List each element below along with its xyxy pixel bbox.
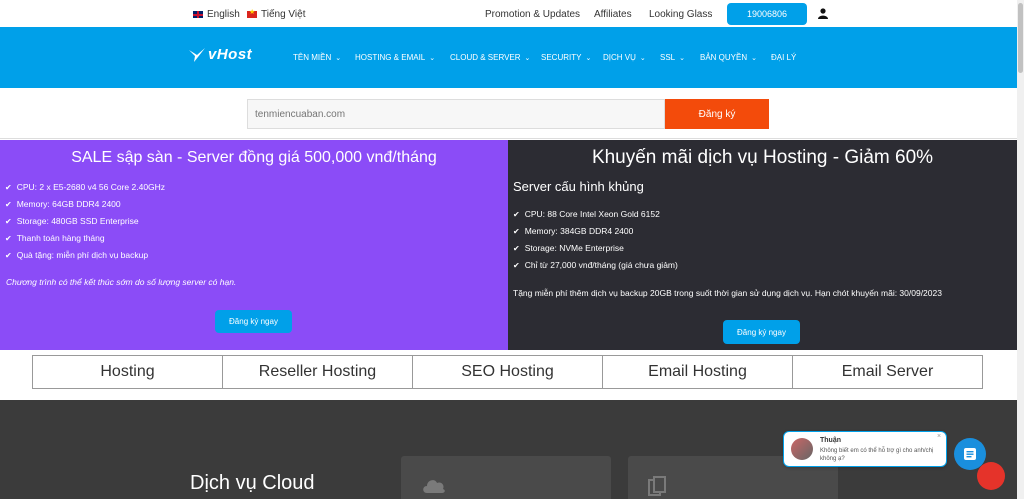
user-icon[interactable] xyxy=(818,8,828,19)
domain-search-input[interactable] xyxy=(247,99,665,129)
tab-email-server[interactable]: Email Server xyxy=(793,356,982,388)
check-icon: ✔ xyxy=(5,233,12,243)
chevron-down-icon: ⌄ xyxy=(679,54,685,62)
feature-item: ✔ Storage: 480GB SSD Enterprise xyxy=(5,216,139,226)
vietnam-flag-icon xyxy=(247,8,257,18)
check-icon: ✔ xyxy=(513,260,520,270)
nav-item-domains[interactable]: TÊN MIỀN ⌄ xyxy=(293,53,341,62)
feature-text: Thanh toán hàng tháng xyxy=(16,233,105,243)
check-icon: ✔ xyxy=(5,216,12,226)
check-icon: ✔ xyxy=(5,250,12,260)
feature-item: ✔ Storage: NVMe Enterprise xyxy=(513,243,624,253)
uk-flag-icon xyxy=(193,11,203,18)
server-sale-title: SALE sập sàn - Server đồng giá 500,000 v… xyxy=(71,149,437,166)
feature-item: ✔ Thanh toán hàng tháng xyxy=(5,233,105,243)
chat-popup[interactable]: Thuận Không biết em có thể hỗ trợ gì cho… xyxy=(783,431,947,467)
domain-search-bar: Đăng ký xyxy=(0,88,1017,139)
check-icon: ✔ xyxy=(513,209,520,219)
hosting-promo-register-button[interactable]: Đăng ký ngay xyxy=(723,320,800,344)
affiliates-link[interactable]: Affiliates xyxy=(594,9,632,20)
logo-bird-icon xyxy=(189,47,205,62)
nav-label: SSL xyxy=(660,53,676,62)
language-english[interactable]: English xyxy=(193,9,240,20)
feature-text: CPU: 88 Core Intel Xeon Gold 6152 xyxy=(524,209,660,219)
hosting-tabs: Hosting Reseller Hosting SEO Hosting Ema… xyxy=(32,355,983,389)
language-vietnamese[interactable]: Tiếng Việt xyxy=(247,8,306,20)
scrollbar-thumb[interactable] xyxy=(1018,3,1023,73)
feature-text: Memory: 64GB DDR4 2400 xyxy=(16,199,121,209)
check-icon: ✔ xyxy=(5,199,12,209)
nav-label: CLOUD & SERVER xyxy=(450,53,521,62)
main-navigation: vHost TÊN MIỀN ⌄ HOSTING & EMAIL ⌄ CLOUD &… xyxy=(0,27,1017,88)
close-icon[interactable]: × xyxy=(937,433,941,440)
nav-label: BẢN QUYỀN xyxy=(700,53,748,62)
hosting-promo-subtitle: Server cấu hình khủng xyxy=(513,179,644,194)
tab-hosting[interactable]: Hosting xyxy=(33,356,223,388)
language-english-label: English xyxy=(207,9,240,20)
server-sale-note: Chương trình có thể kết thúc sớm do số l… xyxy=(6,277,237,287)
register-button[interactable]: Đăng ký xyxy=(665,99,769,129)
chevron-down-icon: ⌄ xyxy=(585,54,592,62)
feature-item: ✔ Memory: 384GB DDR4 2400 xyxy=(513,226,633,236)
feature-item: ✔ CPU: 88 Core Intel Xeon Gold 6152 xyxy=(513,209,660,219)
check-icon: ✔ xyxy=(513,226,520,236)
copy-icon xyxy=(648,476,666,496)
server-sale-register-button[interactable]: Đăng ký ngay xyxy=(215,310,292,333)
check-icon: ✔ xyxy=(5,182,12,192)
promotion-link[interactable]: Promotion & Updates xyxy=(485,9,580,20)
tab-seo-hosting[interactable]: SEO Hosting xyxy=(413,356,603,388)
chat-message: Không biết em có thể hỗ trợ gì cho anh/c… xyxy=(820,448,934,462)
nav-item-ssl[interactable]: SSL ⌄ xyxy=(660,53,685,62)
nav-item-license[interactable]: BẢN QUYỀN ⌄ xyxy=(700,53,757,62)
vhost-logo[interactable]: vHost xyxy=(188,46,252,63)
avatar xyxy=(791,438,813,460)
feature-item: ✔ CPU: 2 x E5-2680 v4 56 Core 2.40GHz xyxy=(5,182,165,192)
tab-reseller-hosting[interactable]: Reseller Hosting xyxy=(223,356,413,388)
logo-text: vHost xyxy=(208,46,253,63)
feature-item: ✔ Chỉ từ 27,000 vnđ/tháng (giá chưa giảm) xyxy=(513,260,678,270)
hosting-promo-banner: Khuyến mãi dịch vụ Hosting - Giảm 60% Se… xyxy=(508,140,1017,350)
chat-icon xyxy=(964,448,976,460)
feature-text: Storage: NVMe Enterprise xyxy=(524,243,624,253)
nav-label: TÊN MIỀN xyxy=(293,53,332,62)
hosting-promo-note: Tặng miễn phí thêm dịch vụ backup 20GB t… xyxy=(513,288,942,298)
language-vietnamese-label: Tiếng Việt xyxy=(261,9,306,20)
phone-button[interactable]: 19006806 xyxy=(727,3,807,25)
nav-item-reseller[interactable]: ĐẠI LÝ xyxy=(771,53,796,62)
top-bar: English Tiếng Việt Promotion & Updates A… xyxy=(0,0,1017,27)
chevron-down-icon: ⌄ xyxy=(639,54,646,62)
cloud-section-title: Dịch vụ Cloud xyxy=(190,472,315,494)
page-scrollbar[interactable] xyxy=(1017,0,1024,499)
feature-item: ✔ Quà tặng: miễn phí dịch vụ backup xyxy=(5,250,148,260)
feature-item: ✔ Memory: 64GB DDR4 2400 xyxy=(5,199,121,209)
nav-label: ĐẠI LÝ xyxy=(771,53,797,62)
chat-agent-name: Thuận xyxy=(820,437,841,444)
nav-item-security[interactable]: SECURITY ⌄ xyxy=(541,53,591,62)
chevron-down-icon: ⌄ xyxy=(524,54,531,62)
notification-badge[interactable] xyxy=(977,462,1005,490)
feature-text: Storage: 480GB SSD Enterprise xyxy=(16,216,139,226)
feature-text: CPU: 2 x E5-2680 v4 56 Core 2.40GHz xyxy=(16,182,166,192)
nav-label: HOSTING & EMAIL xyxy=(355,53,426,62)
feature-text: Quà tặng: miễn phí dịch vụ backup xyxy=(16,250,149,260)
nav-item-hosting-email[interactable]: HOSTING & EMAIL ⌄ xyxy=(355,53,435,62)
nav-item-services[interactable]: DỊCH VỤ ⌄ xyxy=(603,53,646,62)
nav-label: SECURITY xyxy=(541,53,582,62)
tab-email-hosting[interactable]: Email Hosting xyxy=(603,356,793,388)
chevron-down-icon: ⌄ xyxy=(429,54,436,62)
chevron-down-icon: ⌄ xyxy=(751,54,757,62)
chevron-down-icon: ⌄ xyxy=(335,54,342,62)
server-sale-banner: SALE sập sàn - Server đồng giá 500,000 v… xyxy=(0,140,508,350)
nav-item-cloud-server[interactable]: CLOUD & SERVER ⌄ xyxy=(450,53,530,62)
cloud-icon xyxy=(423,480,445,493)
check-icon: ✔ xyxy=(513,243,520,253)
feature-text: Memory: 384GB DDR4 2400 xyxy=(524,226,634,236)
feature-text: Chỉ từ 27,000 vnđ/tháng (giá chưa giảm) xyxy=(524,260,678,270)
cloud-service-card[interactable] xyxy=(401,456,611,499)
looking-glass-link[interactable]: Looking Glass xyxy=(649,9,712,20)
hosting-promo-title: Khuyến mãi dịch vụ Hosting - Giảm 60% xyxy=(591,147,934,168)
nav-label: DỊCH VỤ xyxy=(603,53,636,62)
